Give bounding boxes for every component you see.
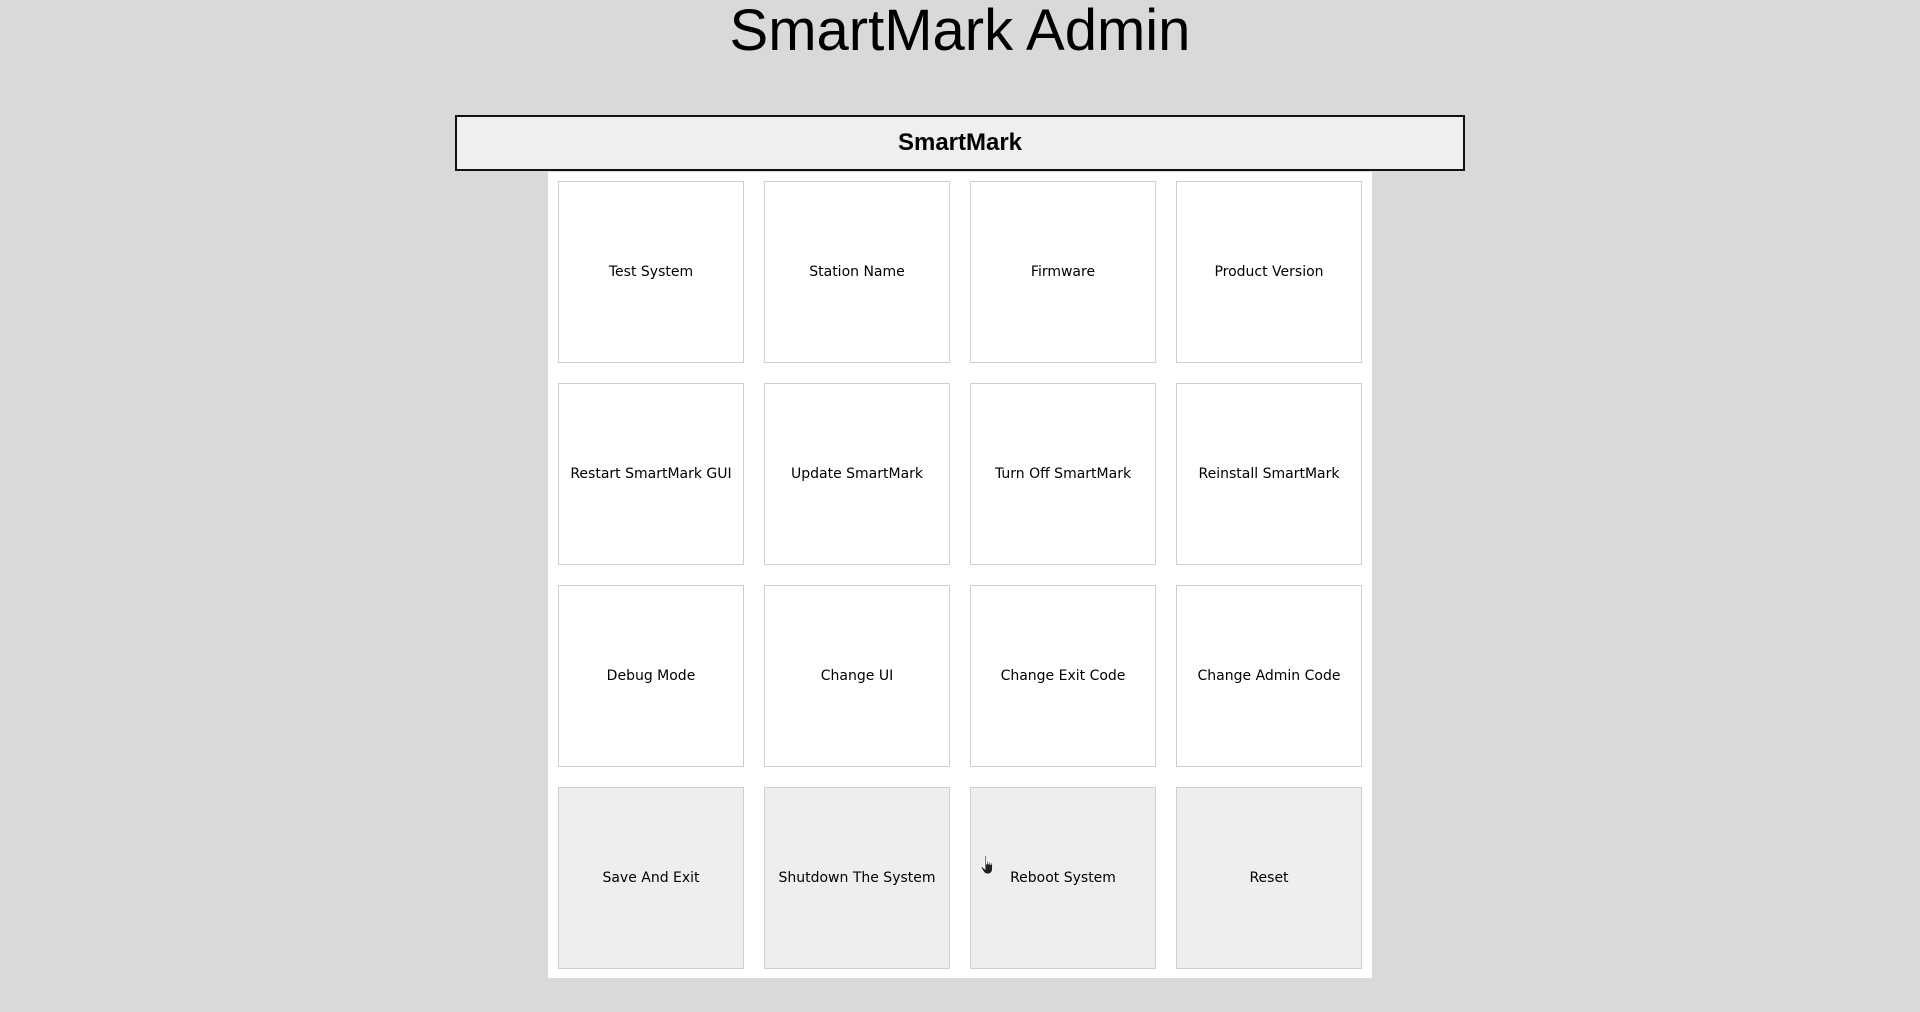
tile-label: Shutdown The System xyxy=(778,870,936,886)
tile-label: Reboot System xyxy=(1010,870,1116,886)
tile-label: Change Admin Code xyxy=(1197,668,1341,684)
firmware-button[interactable]: Firmware xyxy=(970,181,1156,363)
tile-label: Reinstall SmartMark xyxy=(1198,466,1340,482)
change-exit-code-button[interactable]: Change Exit Code xyxy=(970,585,1156,767)
tile-label: Turn Off SmartMark xyxy=(994,466,1132,482)
tile-label: Firmware xyxy=(1030,264,1096,280)
reboot-system-button[interactable]: Reboot System xyxy=(970,787,1156,969)
debug-mode-button[interactable]: Debug Mode xyxy=(558,585,744,767)
station-name-button[interactable]: Station Name xyxy=(764,181,950,363)
tile-label: Test System xyxy=(608,264,694,280)
header-title: SmartMark xyxy=(897,129,1023,156)
tile-label: Product Version xyxy=(1214,264,1324,280)
page-title: SmartMark Admin xyxy=(729,0,1191,63)
test-system-button[interactable]: Test System xyxy=(558,181,744,363)
restart-gui-button[interactable]: Restart SmartMark GUI xyxy=(558,383,744,565)
reinstall-smartmark-button[interactable]: Reinstall SmartMark xyxy=(1176,383,1362,565)
admin-page: SmartMark Admin SmartMark Test System Sta… xyxy=(0,0,1920,1012)
turn-off-smartmark-button[interactable]: Turn Off SmartMark xyxy=(970,383,1156,565)
button-grid: Test System Station Name Firmware Product V… xyxy=(558,181,1362,969)
product-version-button[interactable]: Product Version xyxy=(1176,181,1362,363)
button-panel: Test System Station Name Firmware Product V… xyxy=(548,172,1372,978)
change-ui-button[interactable]: Change UI xyxy=(764,585,950,767)
tile-label: Save And Exit xyxy=(602,870,700,886)
reset-button[interactable]: Reset xyxy=(1176,787,1362,969)
header-bar: SmartMark xyxy=(455,115,1465,171)
tile-label: Restart SmartMark GUI xyxy=(570,466,732,482)
change-admin-code-button[interactable]: Change Admin Code xyxy=(1176,585,1362,767)
hand-cursor-icon xyxy=(980,855,993,875)
update-smartmark-button[interactable]: Update SmartMark xyxy=(764,383,950,565)
tile-label: Reset xyxy=(1249,870,1289,886)
tile-label: Change UI xyxy=(820,668,894,684)
tile-label: Update SmartMark xyxy=(790,466,924,482)
tile-label: Debug Mode xyxy=(606,668,696,684)
shutdown-system-button[interactable]: Shutdown The System xyxy=(764,787,950,969)
tile-label: Station Name xyxy=(809,264,905,280)
save-and-exit-button[interactable]: Save And Exit xyxy=(558,787,744,969)
tile-label: Change Exit Code xyxy=(1000,668,1126,684)
